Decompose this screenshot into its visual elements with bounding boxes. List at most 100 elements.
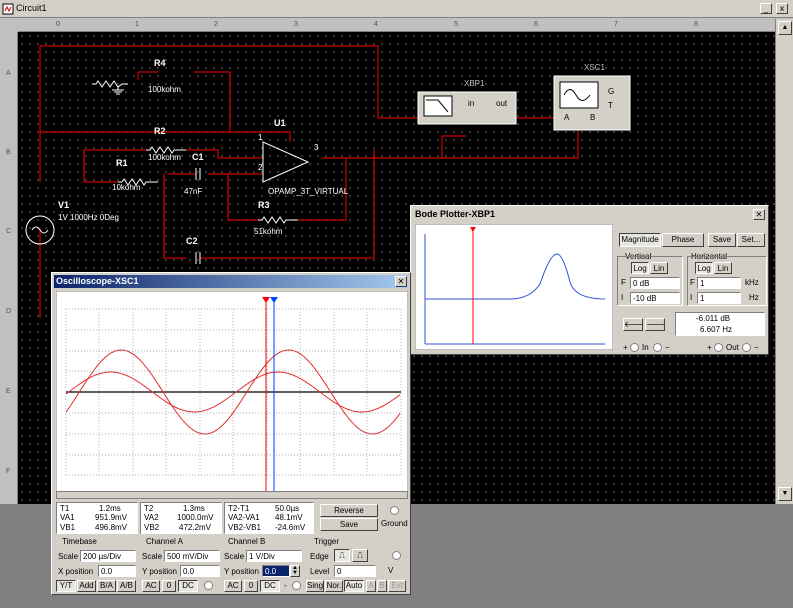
channel-a-dc-button[interactable]: DC xyxy=(178,580,198,592)
trigger-a-button[interactable]: A xyxy=(366,580,376,592)
trigger-ext-terminal[interactable] xyxy=(392,551,401,560)
bode-titlebar[interactable]: Bode Plotter-XBP1 ✕ xyxy=(413,208,766,221)
channel-b-zero-button[interactable]: 0 xyxy=(244,580,258,592)
horizontal-final-input[interactable]: 1 xyxy=(697,277,741,289)
window-title: Circuit1 xyxy=(16,3,47,13)
out-minus-terminal[interactable] xyxy=(742,343,751,352)
channel-b-scale-input[interactable]: 1 V/Div xyxy=(246,550,302,562)
in-plus-terminal[interactable] xyxy=(630,343,639,352)
ypos-spinner-icon[interactable]: ▲ ▼ xyxy=(290,565,300,577)
channel-a-scale-input[interactable]: 500 mV/Div xyxy=(164,550,220,562)
channel-b-terminal[interactable] xyxy=(292,581,301,590)
out-plus-terminal[interactable] xyxy=(714,343,723,352)
channel-b-ypos-input[interactable]: 0.0 xyxy=(262,565,290,577)
xbp1-out: out xyxy=(496,99,508,108)
xsc1-instrument[interactable]: XSC1 G T A B xyxy=(553,63,631,131)
magnitude-button[interactable]: Magnitude xyxy=(619,233,661,247)
scope-save-button[interactable]: Save xyxy=(320,518,378,531)
t1-label: T1 xyxy=(60,504,70,513)
x-position-input[interactable]: 0.0 xyxy=(98,565,136,577)
vertical-log-button[interactable]: Log xyxy=(631,262,649,274)
scope-hscroll[interactable] xyxy=(56,491,408,499)
u1-pin1: 1 xyxy=(258,133,263,142)
xsc1-a: A xyxy=(564,113,570,122)
ruler-row: E xyxy=(6,388,11,395)
r3-value: 51kohm xyxy=(254,227,283,236)
window-titlebar[interactable]: Circuit1 _ x xyxy=(0,0,793,18)
va1-value: 951.9mV xyxy=(95,513,128,522)
scope-titlebar[interactable]: Oscilloscope-XSC1 ✕ xyxy=(54,275,408,288)
timebase-scale-input[interactable]: 200 µs/Div xyxy=(80,550,136,562)
vertical-lin-button[interactable]: Lin xyxy=(650,262,668,274)
horizontal-f-label: F xyxy=(690,278,695,287)
vertical-scrollbar[interactable]: ▲ ▼ xyxy=(775,19,793,504)
bode-display[interactable] xyxy=(415,224,613,350)
ba-button[interactable]: B/A xyxy=(97,580,116,592)
rising-edge-icon[interactable]: ⎍ xyxy=(334,549,350,562)
r4-name: R4 xyxy=(154,58,166,68)
channel-b-scale-label: Scale xyxy=(224,552,245,561)
bode-set-button[interactable]: Set... xyxy=(737,233,765,247)
reverse-button[interactable]: Reverse xyxy=(320,504,378,517)
yt-button[interactable]: Y/T xyxy=(56,580,76,592)
phase-button[interactable]: Phase xyxy=(662,233,704,247)
ruler-col: 1 xyxy=(135,21,139,28)
close-button[interactable]: x xyxy=(776,3,788,14)
u1-name: U1 xyxy=(274,118,286,128)
minimize-button[interactable]: _ xyxy=(760,3,772,14)
scope-close-button[interactable]: ✕ xyxy=(395,276,407,287)
bode-close-button[interactable]: ✕ xyxy=(753,209,765,220)
nor-button[interactable]: Nor. xyxy=(325,580,343,592)
ground-terminal[interactable] xyxy=(390,506,399,515)
v1-value: 1V 1000Hz 0Deg xyxy=(58,213,119,222)
horizontal-log-button[interactable]: Log xyxy=(695,262,713,274)
xsc1-b: B xyxy=(590,113,595,122)
trigger-b-button[interactable]: B xyxy=(377,580,387,592)
bode-readout: -6.011 dB 6.607 Hz xyxy=(675,312,765,336)
ruler-col: 0 xyxy=(56,21,60,28)
channel-a-terminal[interactable] xyxy=(204,581,213,590)
add-button[interactable]: Add xyxy=(77,580,96,592)
capacitor-c1 xyxy=(195,168,201,180)
bode-save-button[interactable]: Save xyxy=(708,233,736,247)
vertical-initial-input[interactable]: -10 dB xyxy=(630,292,680,304)
trigger-level-input[interactable]: 0 xyxy=(334,565,376,577)
c1-value: 47nF xyxy=(184,187,202,196)
vda-label: VA2-VA1 xyxy=(228,513,260,522)
vertical-f-label: F xyxy=(621,278,626,287)
vertical-final-input[interactable]: 0 dB xyxy=(630,277,680,289)
channel-a-ac-button[interactable]: AC xyxy=(142,580,160,592)
timebase-scale-label: Scale xyxy=(58,552,79,561)
scroll-down-icon[interactable]: ▼ xyxy=(778,487,792,501)
channel-b-dc-button[interactable]: DC xyxy=(260,580,280,592)
falling-edge-icon[interactable]: ⎍ xyxy=(352,549,368,562)
xsc1-g: G xyxy=(608,87,614,96)
cursor-left-button[interactable]: 🡐 xyxy=(623,318,643,331)
ruler-row: A xyxy=(6,70,11,77)
vda-value: 48.1mV xyxy=(275,513,303,522)
vdb-label: VB2-VB1 xyxy=(228,523,261,532)
r4-value: 100kohm xyxy=(148,85,181,94)
resistor-r4 xyxy=(92,80,128,88)
out-minus-label: − xyxy=(754,343,759,352)
r2-value: 100kohm xyxy=(148,153,181,162)
scope-display[interactable] xyxy=(56,291,408,497)
xbp1-instrument[interactable]: XBP1 in out xyxy=(417,79,517,125)
channel-a-ypos-input[interactable]: 0.0 xyxy=(180,565,220,577)
ab-button[interactable]: A/B xyxy=(117,580,136,592)
resistor-r3 xyxy=(258,216,298,224)
horizontal-lin-button[interactable]: Lin xyxy=(714,262,732,274)
cursor-right-button[interactable]: 🡒 xyxy=(645,318,665,331)
channel-b-ac-button[interactable]: AC xyxy=(224,580,242,592)
va2-value: 1000.0mV xyxy=(177,513,214,522)
trigger-ext-button[interactable]: Ext xyxy=(388,580,406,592)
in-minus-terminal[interactable] xyxy=(653,343,662,352)
u1-pin3: 3 xyxy=(314,143,319,152)
channel-a-zero-button[interactable]: 0 xyxy=(162,580,176,592)
opamp-u1 xyxy=(262,141,310,183)
scroll-up-icon[interactable]: ▲ xyxy=(778,21,792,35)
horizontal-initial-input[interactable]: 1 xyxy=(697,292,741,304)
sing-button[interactable]: Sing. xyxy=(306,580,324,592)
v1-name: V1 xyxy=(58,200,69,210)
auto-button[interactable]: Auto xyxy=(344,580,364,592)
